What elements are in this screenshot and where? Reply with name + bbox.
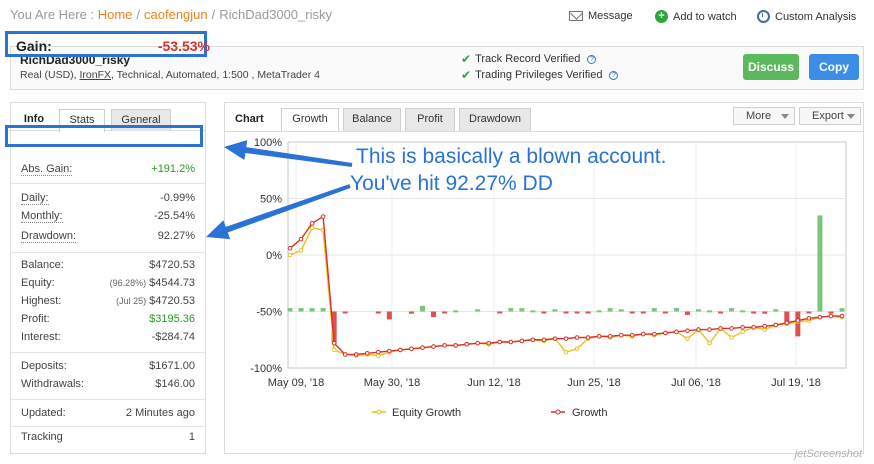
top-bar: You Are Here : Home / caofengjun / RichDad30… bbox=[0, 0, 874, 34]
trading-privileges-label: Trading Privileges Verified bbox=[475, 69, 603, 81]
info-panel: Info Stats General Abs. Gain: +191.2% Da… bbox=[10, 102, 206, 454]
updated-label: Updated: bbox=[21, 407, 66, 419]
chart-tab-divider bbox=[225, 131, 863, 132]
equity-value: $4544.73 bbox=[149, 277, 195, 289]
monthly-value: -25.54% bbox=[154, 210, 195, 222]
watermark: jetScreenshot bbox=[794, 448, 862, 460]
profit-value: $3195.36 bbox=[149, 313, 195, 325]
trading-privileges-verified: ✔ Trading Privileges Verified ? bbox=[461, 68, 619, 82]
equity-row: Equity: (96.28%) $4544.73 bbox=[21, 277, 195, 293]
tracking-value: 1 bbox=[188, 431, 195, 443]
message-link[interactable]: Message bbox=[569, 10, 633, 22]
track-record-verified: ✔ Track Record Verified ? bbox=[461, 52, 597, 66]
deposits-row: Deposits: $1671.00 bbox=[21, 360, 195, 376]
interest-value: -$284.74 bbox=[151, 331, 195, 343]
daily-label: Daily: bbox=[21, 192, 49, 205]
chevron-down-icon bbox=[781, 114, 789, 119]
more-label: More bbox=[746, 110, 772, 122]
monthly-label: Monthly: bbox=[21, 210, 63, 223]
drawdown-value: 92.27% bbox=[157, 230, 195, 242]
divider bbox=[11, 352, 205, 353]
check-icon: ✔ bbox=[461, 68, 472, 82]
annotation-line-1: This is basically a blown account. bbox=[356, 145, 667, 168]
updated-row: Updated: 2 Minutes ago bbox=[21, 407, 195, 423]
mail-icon bbox=[569, 11, 583, 21]
help-icon[interactable]: ? bbox=[587, 54, 597, 64]
deposits-value: $1671.00 bbox=[149, 360, 195, 372]
copy-button[interactable]: Copy bbox=[809, 54, 859, 80]
daily-row: Daily: -0.99% bbox=[21, 192, 195, 208]
daily-value: -0.99% bbox=[160, 192, 195, 204]
divider bbox=[11, 252, 205, 253]
account-type: Real (USD), bbox=[20, 69, 77, 81]
divider bbox=[11, 426, 205, 427]
plus-icon: + bbox=[655, 10, 668, 23]
track-record-label: Track Record Verified bbox=[475, 53, 581, 65]
divider bbox=[11, 399, 205, 400]
account-details: , Technical, Automated, 1:500 , MetaTrad… bbox=[111, 69, 320, 81]
add-to-watch-label: Add to watch bbox=[673, 10, 737, 23]
equity-label: Equity: bbox=[21, 277, 55, 289]
withdrawals-label: Withdrawals: bbox=[21, 378, 84, 390]
highest-value: $4720.53 bbox=[149, 295, 195, 307]
breadcrumb-current: RichDad3000_risky bbox=[219, 7, 332, 22]
tracking-row: Tracking 1 bbox=[21, 431, 195, 447]
profit-label: Profit: bbox=[21, 313, 50, 325]
gain-value: -53.53% bbox=[157, 38, 210, 54]
annotation-line-2: You've hit 92.27% DD bbox=[350, 172, 553, 195]
monthly-row: Monthly: -25.54% bbox=[21, 210, 195, 226]
help-icon[interactable]: ? bbox=[609, 70, 619, 80]
chevron-down-icon bbox=[847, 114, 855, 119]
add-to-watch-link[interactable]: + Add to watch bbox=[655, 10, 737, 23]
broker-link[interactable]: IronFX bbox=[80, 69, 112, 81]
highest-date: (Jul 25) bbox=[116, 296, 147, 306]
message-label: Message bbox=[588, 10, 633, 22]
abs-gain-value: +191.2% bbox=[151, 163, 195, 175]
custom-analysis-label: Custom Analysis bbox=[775, 10, 857, 23]
breadcrumb: You Are Here : Home / caofengjun / RichDad30… bbox=[10, 7, 332, 22]
drawdown-label: Drawdown: bbox=[21, 230, 77, 243]
profit-row: Profit: $3195.36 bbox=[21, 313, 195, 329]
tab-growth[interactable]: Growth bbox=[281, 108, 339, 132]
balance-row: Balance: $4720.53 bbox=[21, 259, 195, 275]
abs-gain-row: Abs. Gain: +191.2% bbox=[21, 163, 195, 179]
export-label: Export bbox=[812, 110, 844, 122]
clock-icon bbox=[757, 10, 770, 23]
custom-analysis-link[interactable]: Custom Analysis bbox=[757, 10, 856, 23]
balance-label: Balance: bbox=[21, 259, 64, 271]
divider bbox=[11, 183, 205, 184]
tab-profit[interactable]: Profit bbox=[405, 108, 455, 131]
chart-title: Chart bbox=[235, 113, 264, 125]
export-dropdown[interactable]: Export bbox=[799, 107, 861, 125]
discuss-button[interactable]: Discuss bbox=[743, 54, 799, 80]
account-description: Real (USD), IronFX, Technical, Automated… bbox=[20, 69, 320, 81]
check-icon: ✔ bbox=[461, 52, 472, 66]
withdrawals-value: $146.00 bbox=[155, 378, 195, 390]
updated-value: 2 Minutes ago bbox=[125, 407, 195, 419]
abs-gain-label: Abs. Gain: bbox=[21, 163, 73, 176]
equity-percent: (96.28%) bbox=[109, 278, 147, 288]
deposits-label: Deposits: bbox=[21, 360, 67, 372]
interest-row: Interest: -$284.74 bbox=[21, 331, 195, 347]
balance-value: $4720.53 bbox=[149, 259, 195, 271]
gain-label: Gain: bbox=[16, 38, 52, 54]
tab-balance[interactable]: Balance bbox=[343, 108, 401, 131]
withdrawals-row: Withdrawals: $146.00 bbox=[21, 378, 195, 394]
breadcrumb-prefix: You Are Here : bbox=[10, 7, 95, 22]
highest-label: Highest: bbox=[21, 295, 62, 307]
interest-label: Interest: bbox=[21, 331, 61, 343]
drawdown-highlight-box bbox=[5, 125, 203, 147]
breadcrumb-user-link[interactable]: caofengjun bbox=[144, 7, 208, 22]
tab-drawdown[interactable]: Drawdown bbox=[459, 108, 531, 131]
tracking-label: Tracking bbox=[21, 431, 63, 443]
more-dropdown[interactable]: More bbox=[733, 107, 795, 125]
highest-row: Highest: (Jul 25) $4720.53 bbox=[21, 295, 195, 311]
breadcrumb-home-link[interactable]: Home bbox=[98, 7, 133, 22]
drawdown-row: Drawdown: 92.27% bbox=[21, 230, 195, 246]
